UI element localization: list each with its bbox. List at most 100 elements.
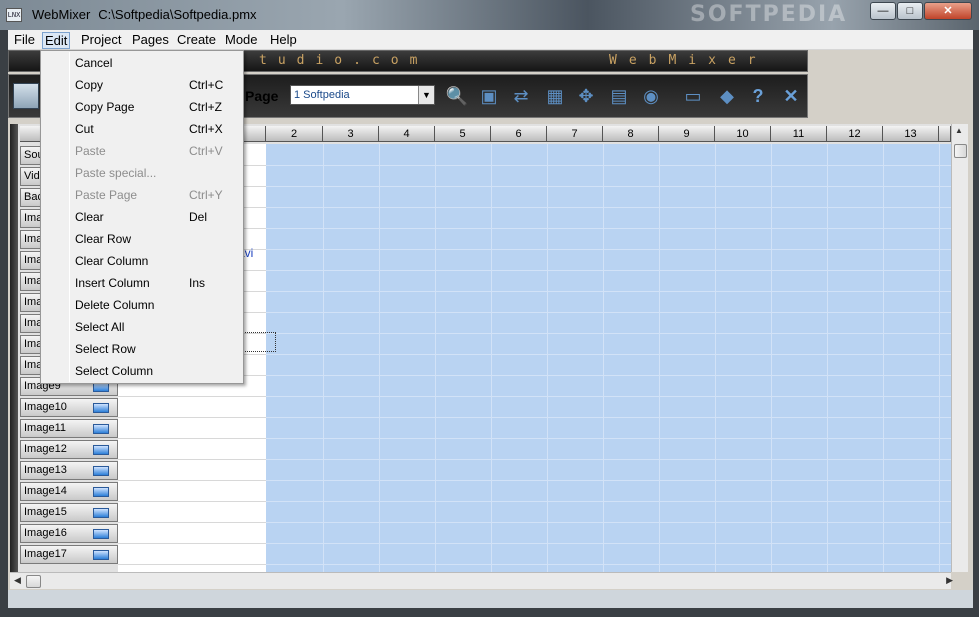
row-header[interactable]: Image14 [20, 482, 118, 501]
cell-divider [118, 480, 266, 481]
menu-item-cut[interactable]: Cut Ctrl+X [43, 118, 241, 140]
menu-item-label: Clear [75, 210, 104, 224]
grid-line [827, 144, 828, 572]
grid-line [266, 354, 951, 355]
grid-line [266, 186, 951, 187]
menu-create[interactable]: Create [175, 32, 218, 49]
column-header[interactable]: 8 [603, 126, 659, 142]
menu-item-label: Cut [75, 122, 94, 136]
menu-project[interactable]: Project [79, 32, 123, 49]
menu-pages[interactable]: Pages [130, 32, 171, 49]
column-header[interactable]: 5 [435, 126, 491, 142]
file-path: C:\Softpedia\Softpedia.pmx [98, 7, 257, 22]
column-header[interactable]: 10 [715, 126, 771, 142]
menu-item-copy-page[interactable]: Copy Page Ctrl+Z [43, 96, 241, 118]
chevron-down-icon[interactable]: ▼ [418, 86, 434, 104]
grid-line [266, 564, 951, 565]
grid-line [266, 543, 951, 544]
menu-item-clear-row[interactable]: Clear Row [43, 228, 241, 250]
row-header[interactable]: Image11 [20, 419, 118, 438]
menu-item-select-column[interactable]: Select Column [43, 360, 241, 382]
horizontal-scrollbar[interactable]: ◀ ▶ [10, 572, 953, 589]
menu-file[interactable]: File [12, 32, 37, 49]
page-select[interactable]: 1 Softpedia ▼ [290, 85, 435, 105]
scroll-thumb[interactable] [26, 575, 41, 588]
grid-line [435, 144, 436, 572]
close-button[interactable]: ✕ [924, 2, 972, 20]
column-header[interactable]: 3 [323, 126, 379, 142]
image-icon [93, 466, 109, 476]
scroll-up-icon[interactable]: ▲ [955, 126, 963, 135]
scroll-right-icon[interactable]: ▶ [946, 575, 953, 586]
column-header[interactable]: 11 [771, 126, 827, 142]
menu-item-copy[interactable]: Copy Ctrl+C [43, 74, 241, 96]
app-icon[interactable]: LNX [6, 8, 22, 22]
swap-icon[interactable]: ⇄ [507, 83, 535, 109]
column-header[interactable]: 12 [827, 126, 883, 142]
column-header[interactable]: 6 [491, 126, 547, 142]
help-icon[interactable]: ? [744, 83, 772, 109]
save-icon[interactable]: ▣ [475, 83, 503, 109]
page-canvas-area[interactable] [266, 144, 951, 572]
image-icon [93, 550, 109, 560]
menu-item-label: Clear Column [75, 254, 149, 268]
title-bar[interactable]: LNX WebMixer C:\Softpedia\Softpedia.pmx S… [0, 0, 979, 30]
minimize-button[interactable]: — [870, 2, 896, 20]
grid-icon[interactable]: ▦ [541, 83, 569, 109]
publish-icon[interactable]: ◉ [637, 83, 665, 109]
menu-mode[interactable]: Mode [223, 32, 260, 49]
menu-item-insert-column[interactable]: Insert Column Ins [43, 272, 241, 294]
table-icon[interactable]: ▤ [605, 83, 633, 109]
menu-item-clear-column[interactable]: Clear Column [43, 250, 241, 272]
dialog-icon[interactable]: ▭ [679, 83, 707, 109]
grid-line [603, 144, 604, 572]
grid-line [266, 522, 951, 523]
image-icon [93, 529, 109, 539]
row-header-label: Image17 [24, 548, 67, 560]
grid-line [491, 144, 492, 572]
row-header[interactable]: Image16 [20, 524, 118, 543]
grid-line [266, 165, 951, 166]
cell-divider [118, 417, 266, 418]
maximize-button[interactable]: □ [897, 2, 923, 20]
menu-item-paste-page: Paste Page Ctrl+Y [43, 184, 241, 206]
column-header[interactable]: 13 [883, 126, 939, 142]
scroll-thumb[interactable] [954, 144, 967, 158]
move-icon[interactable]: ✥ [572, 83, 600, 109]
column-header[interactable]: 7 [547, 126, 603, 142]
row-header[interactable]: Image12 [20, 440, 118, 459]
column-header[interactable]: 4 [379, 126, 435, 142]
grid-line [379, 144, 380, 572]
menu-item-clear[interactable]: Clear Del [43, 206, 241, 228]
menu-item-select-row[interactable]: Select Row [43, 338, 241, 360]
column-header[interactable]: 9 [659, 126, 715, 142]
grid-line [266, 501, 951, 502]
row-header[interactable]: Image15 [20, 503, 118, 522]
menu-item-cancel[interactable]: Cancel [43, 52, 241, 74]
row-header-label: Image14 [24, 485, 67, 497]
row-header[interactable]: Image10 [20, 398, 118, 417]
new-page-icon[interactable] [13, 83, 39, 109]
menu-item-select-all[interactable]: Select All [43, 316, 241, 338]
exit-icon[interactable]: ✕ [777, 83, 805, 109]
menu-edit[interactable]: Edit [42, 32, 71, 49]
vertical-scrollbar[interactable]: ▲ [951, 124, 968, 572]
menu-item-shortcut: Ctrl+X [189, 122, 223, 136]
row-header-label: Image15 [24, 506, 67, 518]
grid-line [266, 207, 951, 208]
menu-item-shortcut: Del [189, 210, 208, 224]
scroll-left-icon[interactable]: ◀ [14, 575, 21, 586]
row-header[interactable]: Image13 [20, 461, 118, 480]
row-header-label: Image10 [24, 401, 67, 413]
column-header[interactable]: 2 [266, 126, 323, 142]
app-name: WebMixer [32, 7, 91, 22]
menu-item-label: Paste special... [75, 166, 157, 180]
row-header-label: Image12 [24, 443, 67, 455]
preview-icon[interactable]: 🔍 [443, 83, 471, 109]
menu-item-delete-column[interactable]: Delete Column [43, 294, 241, 316]
book-icon[interactable]: ◆ [713, 83, 741, 109]
menu-item-shortcut: Ctrl+C [189, 78, 224, 92]
menu-help[interactable]: Help [268, 32, 299, 49]
row-header[interactable]: Image17 [20, 545, 118, 564]
grid-line [939, 144, 940, 572]
